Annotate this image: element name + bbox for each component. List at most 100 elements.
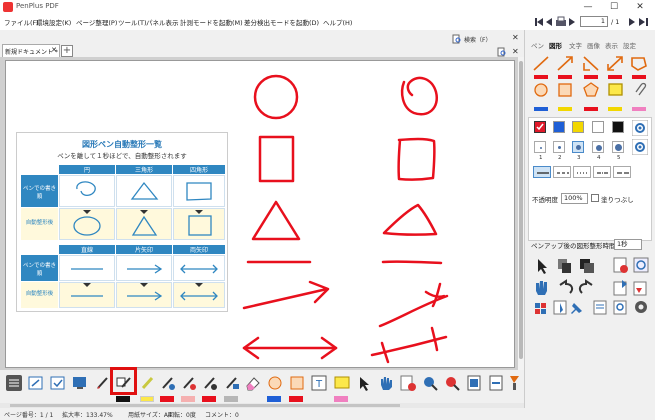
checkmark-icon xyxy=(536,123,544,131)
zoom-page-icon xyxy=(613,300,627,315)
cursor-add-icon xyxy=(553,300,567,315)
thickness-settings-gear-icon[interactable] xyxy=(632,139,648,155)
thickness-1[interactable] xyxy=(534,141,546,153)
screen-icon[interactable] xyxy=(72,375,88,391)
square-tool-icon[interactable] xyxy=(289,375,305,391)
thickness-3[interactable] xyxy=(572,141,584,153)
freehand-arrow xyxy=(378,294,449,328)
panel-tab-settings[interactable]: 設定 xyxy=(623,40,636,50)
marker-red-icon[interactable] xyxy=(181,375,197,391)
page-grid-icon xyxy=(613,257,628,273)
marker-dark-icon[interactable] xyxy=(202,375,218,391)
thickness-label: 4 xyxy=(597,155,601,161)
prev-page-icon xyxy=(546,18,552,26)
shape-pen-color-bar xyxy=(116,396,130,402)
page-nav-icons[interactable] xyxy=(534,16,580,28)
opacity-select[interactable]: 100% xyxy=(561,193,588,204)
next-page-icon xyxy=(569,18,575,26)
freehand-double-arrow-head xyxy=(380,326,439,364)
page-nav-last-icons[interactable] xyxy=(627,17,651,27)
drawn-arrow-shaft xyxy=(242,287,329,310)
panel-tab-image[interactable]: 画像 xyxy=(587,40,600,50)
color-yellow-swatch[interactable] xyxy=(572,121,584,133)
note-tool-icon[interactable] xyxy=(334,375,350,391)
hand-tool-icon[interactable] xyxy=(378,375,394,391)
print-icon xyxy=(556,16,566,26)
maximize-button[interactable]: ☐ xyxy=(601,0,627,14)
layers-icon xyxy=(580,259,594,273)
marker-red-color-bar xyxy=(181,396,195,402)
status-bar: ページ番号：1 / 1 拡大率：133.47% 用紙サイズ：A4 回転：0度 コ… xyxy=(0,408,655,420)
pentagon-shape-icon xyxy=(583,82,599,97)
line-style-dashed[interactable] xyxy=(553,166,571,178)
page-number-input[interactable]: 1 xyxy=(580,16,608,27)
page-select-icon[interactable] xyxy=(400,375,416,391)
copy-icon xyxy=(558,259,571,273)
line-style-dashdot[interactable] xyxy=(593,166,611,178)
freehand-circle xyxy=(400,76,439,116)
thickness-label: 5 xyxy=(617,155,621,161)
thickness-2[interactable] xyxy=(553,141,565,153)
marker-blue-color-bar xyxy=(224,396,238,402)
color-white-swatch[interactable] xyxy=(592,121,604,133)
eraser-icon[interactable] xyxy=(245,375,261,391)
shape-delay-select[interactable]: 1秒 xyxy=(614,239,642,250)
status-zoom: 拡大率：133.47% xyxy=(62,412,113,419)
check-page-icon[interactable] xyxy=(50,375,66,391)
marker-blue-icon[interactable] xyxy=(224,375,240,391)
freehand-square xyxy=(397,137,436,181)
freehand-line xyxy=(381,260,443,265)
minimize-button[interactable]: — xyxy=(575,0,601,14)
color-blue-swatch[interactable] xyxy=(553,121,565,133)
menu-icon[interactable] xyxy=(6,375,22,391)
status-page: ページ番号：1 / 1 xyxy=(4,412,54,419)
edit-page-icon[interactable] xyxy=(28,375,44,391)
line-style-dotted[interactable] xyxy=(573,166,591,178)
panel-tab-view[interactable]: 表示 xyxy=(605,40,618,50)
paperclip-icon xyxy=(635,82,647,96)
highlighter-icon[interactable] xyxy=(140,375,156,391)
polygon-icon xyxy=(631,57,647,71)
line-style-solid[interactable] xyxy=(533,166,551,178)
shape-delay-label: ペンアップ後の図形整形時間： xyxy=(531,242,622,250)
zoom-in-icon[interactable] xyxy=(422,375,438,391)
memo-icon xyxy=(593,300,607,315)
note-color-bar xyxy=(334,396,348,402)
zoom-out-icon[interactable] xyxy=(444,375,460,391)
color-black-swatch[interactable] xyxy=(612,121,624,133)
drawn-triangle xyxy=(251,200,301,241)
circle-tool-icon[interactable] xyxy=(267,375,283,391)
panel-tab-pen[interactable]: ペン xyxy=(531,40,544,50)
drawn-circle xyxy=(253,74,299,120)
shape-delay-value: 1秒 xyxy=(617,240,628,248)
circle-color-bar xyxy=(267,396,281,402)
guide-illustrations xyxy=(71,181,218,301)
line-icon xyxy=(533,56,549,71)
thickness-4[interactable] xyxy=(592,141,604,153)
status-comment: コメント：0 xyxy=(205,412,239,419)
pen-icon[interactable] xyxy=(95,375,111,391)
shape-stamp-grid[interactable] xyxy=(528,52,652,114)
fit-width-icon[interactable] xyxy=(488,375,504,391)
vertical-scroll-thumb[interactable] xyxy=(519,61,523,359)
text-tool-icon[interactable]: T xyxy=(311,375,327,391)
close-window-button[interactable]: ✕ xyxy=(627,0,653,14)
thickness-label: 1 xyxy=(539,155,543,161)
shape-pen-icon[interactable] xyxy=(116,374,132,390)
square-shape-icon xyxy=(558,83,572,97)
more-tools-icon[interactable] xyxy=(508,375,520,391)
first-page-icon xyxy=(535,18,543,26)
right-tool-grid[interactable] xyxy=(530,255,654,317)
panel-tab-shape[interactable]: 図形 xyxy=(549,40,562,50)
thickness-5[interactable] xyxy=(612,141,624,153)
fit-page-icon[interactable] xyxy=(466,375,482,391)
panel-tab-text[interactable]: 文字 xyxy=(569,40,582,50)
fill-checkbox[interactable] xyxy=(591,194,599,202)
line-style-long-dash[interactable] xyxy=(613,166,631,178)
horizontal-scroll-thumb[interactable] xyxy=(10,404,400,407)
import-icon xyxy=(633,281,647,296)
pointer-tool-icon[interactable] xyxy=(356,375,372,391)
color-settings-gear-icon[interactable] xyxy=(632,120,648,136)
marker-pen-icon[interactable] xyxy=(160,375,176,391)
status-paper: 用紙サイズ：A4 xyxy=(128,412,172,419)
